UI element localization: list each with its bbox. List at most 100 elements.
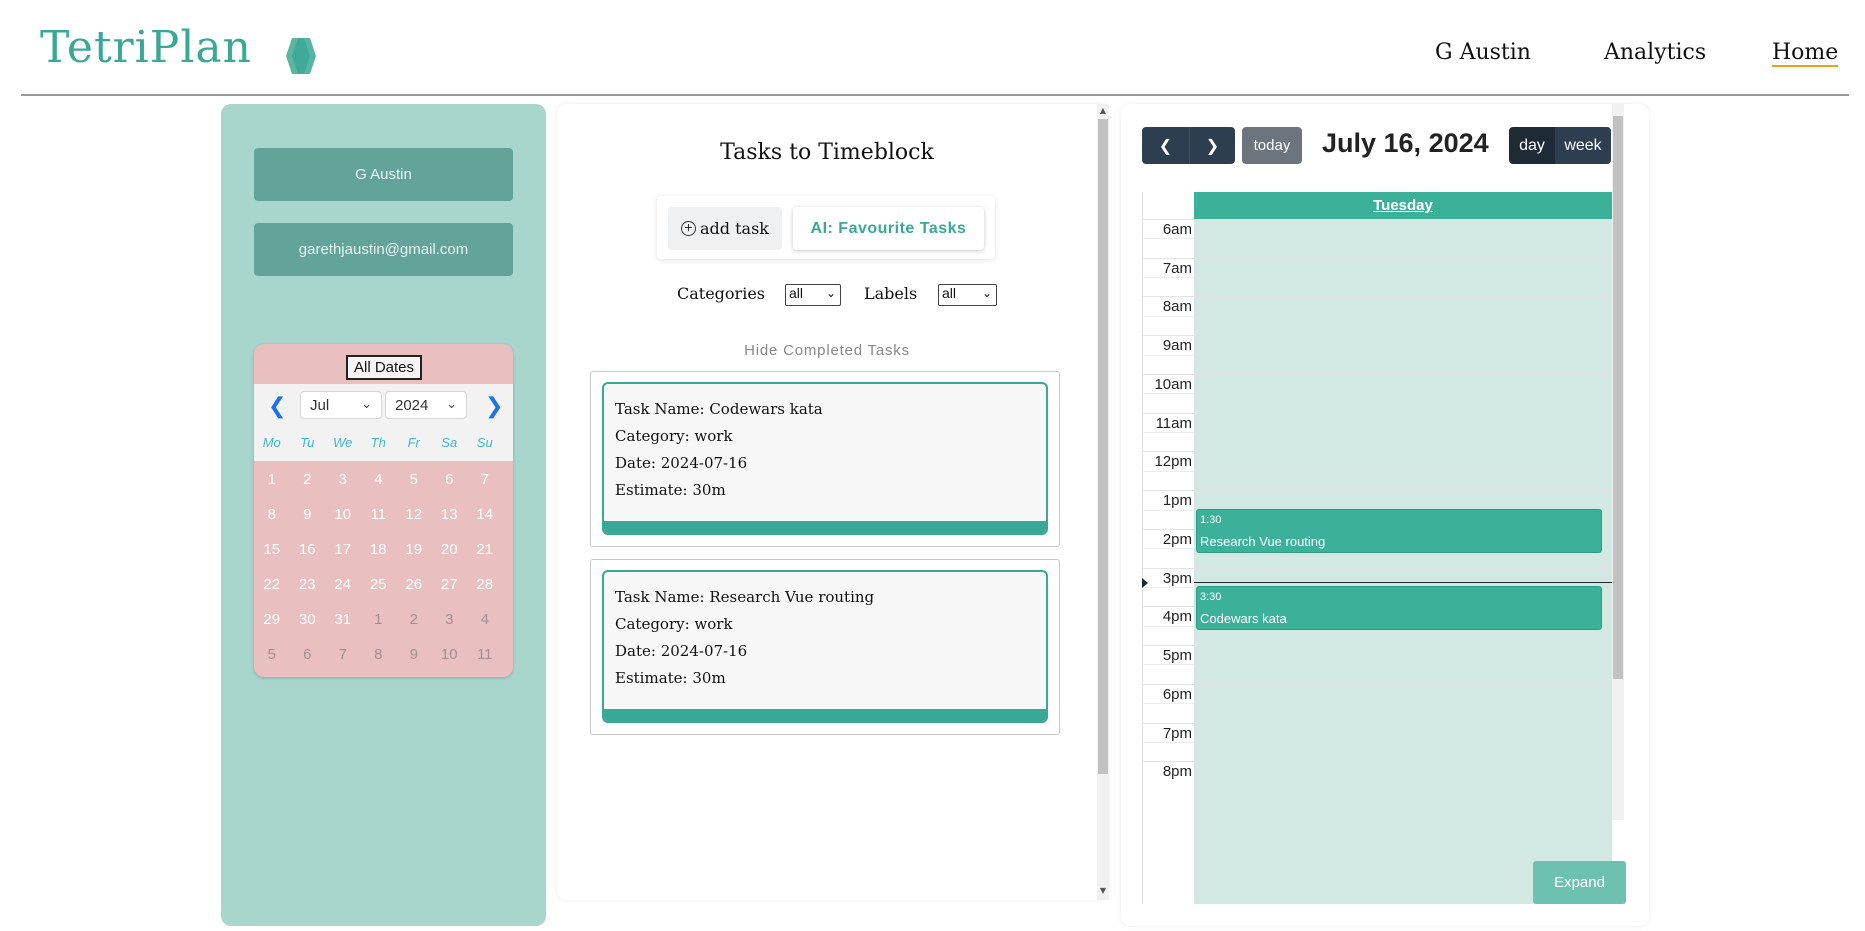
day-column-header[interactable]: Tuesday <box>1194 192 1612 219</box>
day-cell[interactable]: 18 <box>361 534 397 569</box>
weekday: Mo <box>262 435 281 450</box>
hour-label: 1pm <box>1162 492 1192 509</box>
day-cell[interactable]: 16 <box>290 534 326 569</box>
day-cell-next-month[interactable]: 6 <box>290 639 326 674</box>
day-cell[interactable]: 30 <box>290 604 326 639</box>
task-item[interactable]: Task Name: Research Vue routing Category… <box>590 559 1060 735</box>
calendar-scrollbar[interactable] <box>1612 104 1624 820</box>
task-card[interactable]: Task Name: Codewars kata Category: work … <box>602 382 1048 535</box>
nav-analytics[interactable]: Analytics <box>1604 40 1706 65</box>
scrollbar-thumb[interactable] <box>1098 119 1108 774</box>
day-cell-next-month[interactable]: 5 <box>254 639 290 674</box>
hour-line <box>1142 645 1612 646</box>
day-cell[interactable]: 5 <box>396 464 432 499</box>
day-cell[interactable]: 27 <box>432 569 468 604</box>
day-cell[interactable]: 7 <box>467 464 503 499</box>
next-month-icon[interactable]: ❯ <box>485 394 503 419</box>
labels-label: Labels <box>864 284 918 303</box>
expand-button[interactable]: Expand <box>1533 861 1626 904</box>
categories-label: Categories <box>677 284 765 303</box>
hour-label: 3pm <box>1162 570 1192 587</box>
now-indicator-line <box>1194 582 1612 583</box>
weekday: Fr <box>407 435 420 450</box>
weekday-row: Mo Tu We Th Fr Sa Su <box>254 435 513 450</box>
day-cell[interactable]: 8 <box>254 499 290 534</box>
today-button[interactable]: today <box>1242 127 1302 164</box>
day-cell[interactable]: 22 <box>254 569 290 604</box>
day-cell[interactable]: 3 <box>325 464 361 499</box>
day-cell-next-month[interactable]: 4 <box>467 604 503 639</box>
add-task-label: add task <box>700 219 769 238</box>
hour-line <box>1142 684 1612 685</box>
day-cell[interactable]: 12 <box>396 499 432 534</box>
task-card[interactable]: Task Name: Research Vue routing Category… <box>602 570 1048 723</box>
tasks-scrollbar[interactable]: ▲ ▼ <box>1097 104 1109 900</box>
add-task-button[interactable]: + add task <box>668 207 782 250</box>
month-value: Jul <box>310 396 330 414</box>
hour-label: 2pm <box>1162 531 1192 548</box>
app-header: TetriPlan G Austin Analytics Home <box>0 0 1865 96</box>
day-cell[interactable]: 23 <box>290 569 326 604</box>
day-cell-next-month[interactable]: 11 <box>467 639 503 674</box>
labels-select[interactable]: all ⌄ <box>938 284 997 306</box>
day-cell[interactable]: 11 <box>361 499 397 534</box>
half-hour-line <box>1142 277 1194 278</box>
day-cell[interactable]: 15 <box>254 534 290 569</box>
half-hour-line <box>1142 548 1194 549</box>
hour-label: 8am <box>1162 298 1192 315</box>
calendar-event[interactable]: 1:30 Research Vue routing <box>1196 509 1602 553</box>
day-cell[interactable]: 4 <box>361 464 397 499</box>
calendar-event[interactable]: 3:30 Codewars kata <box>1196 586 1602 630</box>
day-cell[interactable]: 14 <box>467 499 503 534</box>
calendar-prev-button[interactable]: ❮ <box>1142 127 1189 164</box>
ai-favourite-tasks-button[interactable]: AI: Favourite Tasks <box>793 207 984 250</box>
calendar-next-button[interactable]: ❯ <box>1189 127 1235 164</box>
all-dates-button[interactable]: All Dates <box>346 355 422 380</box>
day-cell-next-month[interactable]: 7 <box>325 639 361 674</box>
half-hour-line <box>1142 393 1194 394</box>
day-cell-next-month[interactable]: 9 <box>396 639 432 674</box>
day-cell[interactable]: 24 <box>325 569 361 604</box>
day-cell[interactable]: 28 <box>467 569 503 604</box>
day-cell[interactable]: 17 <box>325 534 361 569</box>
year-select[interactable]: 2024 ⌄ <box>385 391 467 419</box>
scrollbar-thumb[interactable] <box>1613 116 1623 679</box>
labels-value: all <box>942 285 957 301</box>
task-category: Category: work <box>615 427 733 445</box>
hide-completed-toggle[interactable]: Hide Completed Tasks <box>557 342 1097 359</box>
calendar-date-title: July 16, 2024 <box>1322 128 1489 158</box>
hour-label: 6am <box>1162 221 1192 238</box>
event-title: Research Vue routing <box>1200 534 1326 549</box>
task-item[interactable]: Task Name: Codewars kata Category: work … <box>590 371 1060 547</box>
day-cell[interactable]: 2 <box>290 464 326 499</box>
view-week-button[interactable]: week <box>1555 127 1611 164</box>
day-cell-next-month[interactable]: 1 <box>361 604 397 639</box>
day-cell[interactable]: 21 <box>467 534 503 569</box>
day-cell[interactable]: 31 <box>325 604 361 639</box>
categories-select[interactable]: all ⌄ <box>785 284 841 306</box>
scroll-down-icon[interactable]: ▼ <box>1098 886 1108 895</box>
day-cell[interactable]: 6 <box>432 464 468 499</box>
day-column[interactable] <box>1194 219 1612 904</box>
day-cell-next-month[interactable]: 2 <box>396 604 432 639</box>
nav-home[interactable]: Home <box>1772 40 1839 67</box>
app-logo[interactable]: TetriPlan <box>40 22 252 73</box>
day-cell[interactable]: 29 <box>254 604 290 639</box>
scroll-up-icon[interactable]: ▲ <box>1098 106 1108 115</box>
day-cell[interactable]: 20 <box>432 534 468 569</box>
day-cell[interactable]: 9 <box>290 499 326 534</box>
day-cell[interactable]: 10 <box>325 499 361 534</box>
day-cell-next-month[interactable]: 10 <box>432 639 468 674</box>
day-cell-next-month[interactable]: 8 <box>361 639 397 674</box>
day-cell[interactable]: 1 <box>254 464 290 499</box>
prev-month-icon[interactable]: ❮ <box>268 394 286 419</box>
day-cell[interactable]: 13 <box>432 499 468 534</box>
day-cell-next-month[interactable]: 3 <box>432 604 468 639</box>
nav-user[interactable]: G Austin <box>1435 40 1531 65</box>
day-cell[interactable]: 19 <box>396 534 432 569</box>
month-select[interactable]: Jul ⌄ <box>300 391 382 419</box>
half-hour-line <box>1142 238 1194 239</box>
view-day-button[interactable]: day <box>1509 127 1555 164</box>
day-cell[interactable]: 25 <box>361 569 397 604</box>
day-cell[interactable]: 26 <box>396 569 432 604</box>
